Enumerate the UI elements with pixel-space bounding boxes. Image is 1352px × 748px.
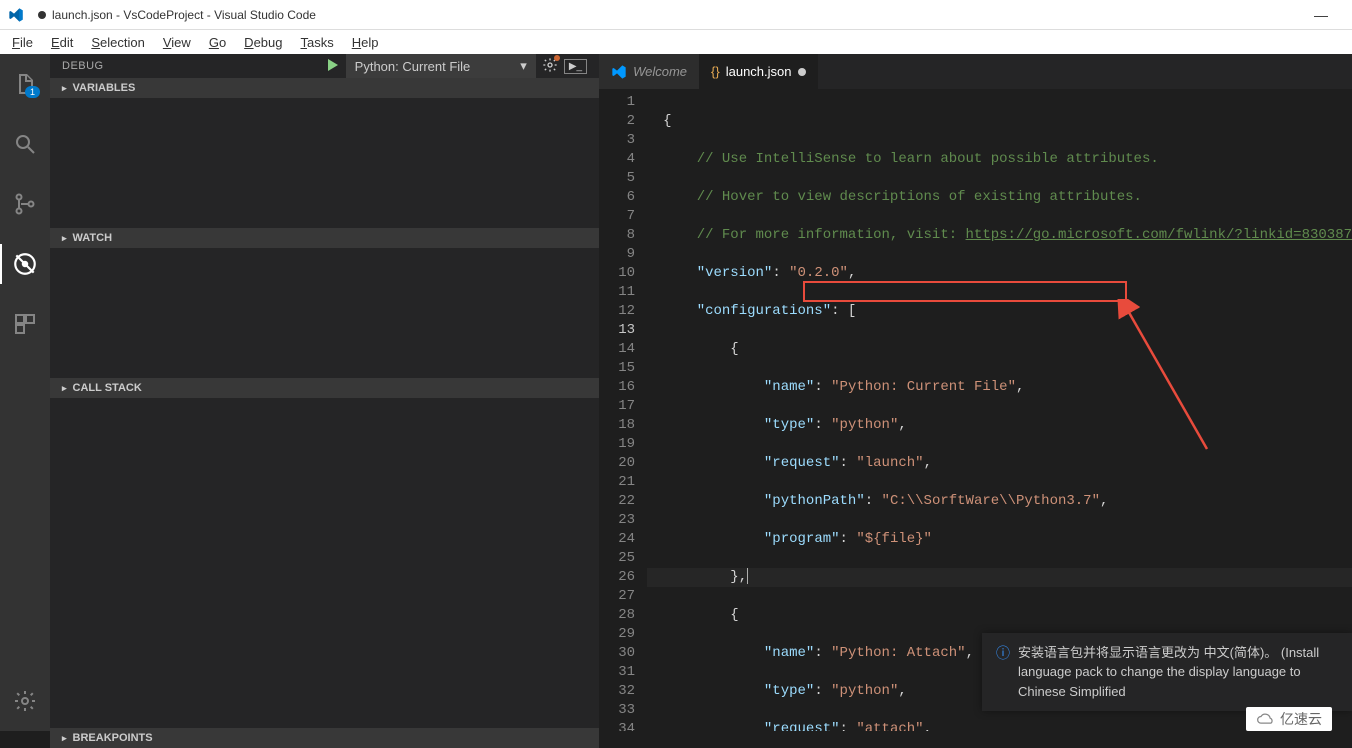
debug-header: DEBUG Python: Current File ▾ ▶_ [50, 54, 599, 78]
chevron-down-icon: ▾ [520, 58, 527, 74]
search-icon [13, 132, 37, 156]
explorer-badge: 1 [25, 86, 40, 98]
section-breakpoints-header[interactable]: ▸BREAKPOINTS [50, 728, 599, 748]
editor-area: Welcome {} launch.json 12345678910111213… [599, 54, 1352, 731]
chevron-down-icon: ▸ [62, 733, 67, 744]
dirty-dot-icon [38, 11, 46, 19]
minimize-button[interactable]: — [1298, 7, 1344, 23]
watermark-logo: 亿速云 [1246, 707, 1332, 731]
section-watch-header[interactable]: ▸WATCH [50, 228, 599, 248]
section-callstack-header[interactable]: ▸CALL STACK [50, 378, 599, 398]
gear-icon [13, 689, 37, 713]
notification-toast[interactable]: ⓘ 安装语言包并将显示语言更改为 中文(简体)。 (Install langua… [982, 633, 1352, 712]
tab-launch-json[interactable]: {} launch.json [699, 54, 817, 89]
menu-bar: File Edit Selection View Go Debug Tasks … [0, 30, 1352, 54]
activity-debug[interactable] [0, 244, 50, 284]
activity-scm[interactable] [0, 184, 50, 224]
menu-go[interactable]: Go [201, 33, 234, 52]
activity-explorer[interactable]: 1 [0, 64, 50, 104]
source-control-icon [13, 192, 37, 216]
menu-help[interactable]: Help [344, 33, 387, 52]
start-debug-button[interactable] [324, 57, 340, 76]
play-icon [324, 57, 340, 73]
activity-search[interactable] [0, 124, 50, 164]
tab-label: Welcome [633, 64, 687, 79]
vscode-icon [611, 64, 627, 80]
tab-bar: Welcome {} launch.json [599, 54, 1352, 89]
activity-extensions[interactable] [0, 304, 50, 344]
section-watch-body [50, 248, 599, 378]
debug-settings-button[interactable] [542, 57, 558, 76]
debug-panel: DEBUG Python: Current File ▾ ▶_ ▸VARIABL… [50, 54, 599, 731]
json-icon: {} [711, 64, 720, 79]
cursor [747, 568, 748, 584]
debug-config-selected: Python: Current File [355, 59, 471, 74]
menu-debug[interactable]: Debug [236, 33, 290, 52]
debug-config-dropdown[interactable]: Python: Current File ▾ [346, 54, 536, 78]
chevron-down-icon: ▸ [62, 233, 67, 244]
menu-edit[interactable]: Edit [43, 33, 81, 52]
cloud-icon [1256, 712, 1276, 726]
debug-console-button[interactable]: ▶_ [564, 59, 587, 74]
settings-modified-dot [554, 55, 560, 61]
debug-label: DEBUG [62, 60, 104, 72]
section-variables-header[interactable]: ▸VARIABLES [50, 78, 599, 98]
vscode-icon [8, 7, 24, 23]
tab-label: launch.json [726, 64, 792, 79]
chevron-down-icon: ▸ [62, 383, 67, 394]
tab-welcome[interactable]: Welcome [599, 54, 699, 89]
extensions-icon [13, 312, 37, 336]
info-icon: ⓘ [996, 643, 1010, 664]
annotation-highlight-box [803, 281, 1127, 302]
debug-icon [12, 251, 38, 277]
menu-selection[interactable]: Selection [83, 33, 152, 52]
window-title: launch.json - VsCodeProject - Visual Stu… [52, 8, 1298, 22]
section-callstack-body [50, 398, 599, 728]
menu-view[interactable]: View [155, 33, 199, 52]
dirty-indicator-icon [798, 68, 806, 76]
title-bar: launch.json - VsCodeProject - Visual Stu… [0, 0, 1352, 30]
activity-settings[interactable] [0, 681, 50, 721]
menu-tasks[interactable]: Tasks [292, 33, 341, 52]
line-number-gutter: 1234567891011121314151617181920212223242… [599, 89, 647, 731]
main-area: 1 DEBUG Python: Current File [0, 54, 1352, 731]
menu-file[interactable]: File [4, 33, 41, 52]
chevron-down-icon: ▸ [62, 83, 67, 94]
section-variables-body [50, 98, 599, 228]
toast-message: 安装语言包并将显示语言更改为 中文(简体)。 (Install language… [1018, 643, 1338, 702]
activity-bar: 1 [0, 54, 50, 731]
